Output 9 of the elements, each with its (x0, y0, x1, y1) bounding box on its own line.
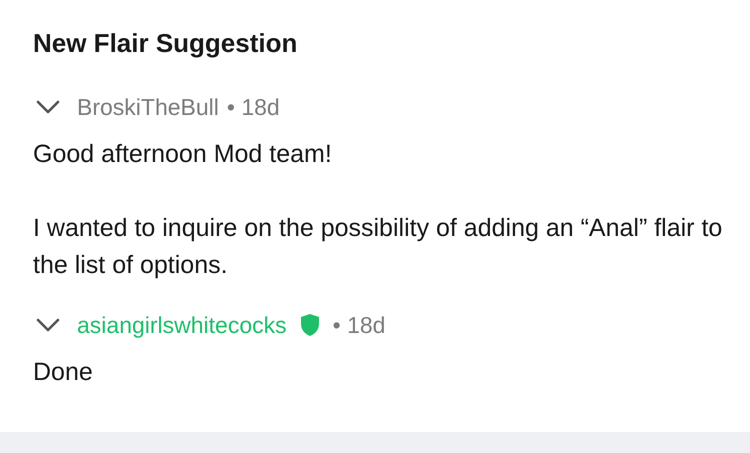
username-link[interactable]: asiangirlswhitecocks (77, 308, 287, 342)
shield-icon (298, 313, 321, 337)
comment-text: Good afternoon Mod team! (33, 139, 333, 170)
comment-age: • 18d (226, 92, 280, 122)
comment-text: Done (33, 357, 94, 388)
comment-age: • 18d (332, 310, 386, 340)
thread-title: New Flair Suggestion (33, 27, 298, 60)
username-link[interactable]: BroskiTheBull (77, 90, 219, 124)
comment-text: I wanted to inquire on the possibility of adding an “Anal” flair to the list of options. (33, 213, 723, 281)
